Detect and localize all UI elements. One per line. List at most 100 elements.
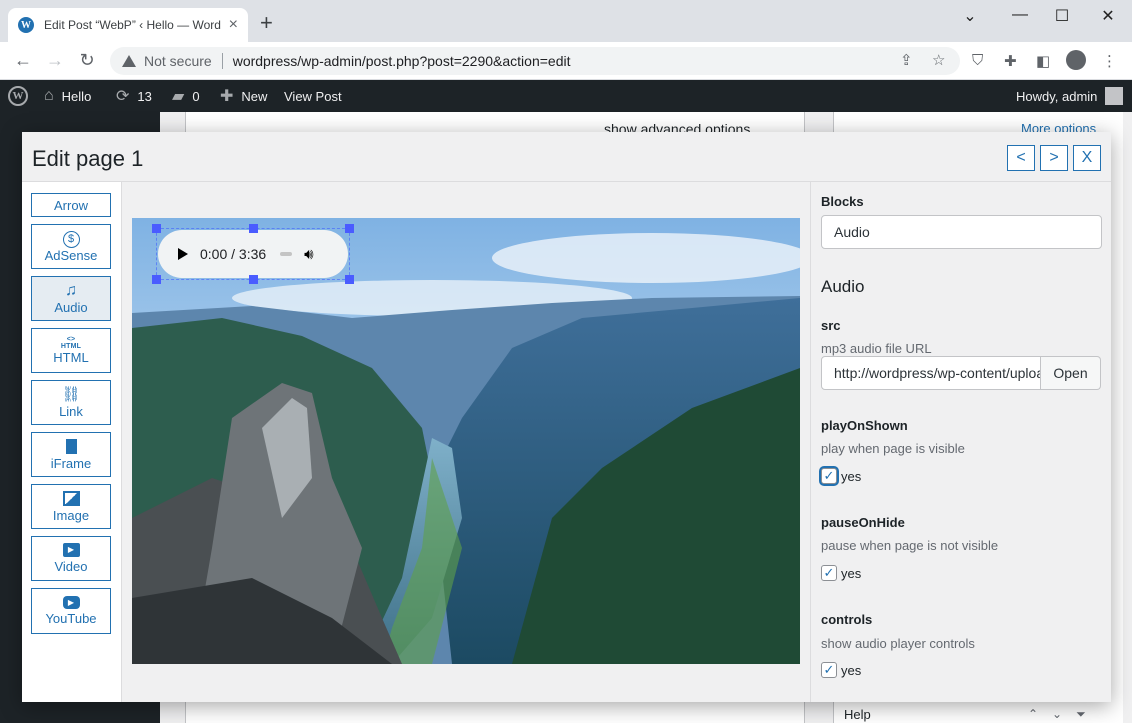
section-title: Audio [821, 277, 865, 296]
html-code-icon: <> HTML [61, 336, 81, 350]
blocks-label: Blocks [821, 194, 864, 209]
controls-description: show audio player controls [821, 636, 975, 651]
updates-menu[interactable]: ⟳ 13 [116, 80, 152, 112]
browser-menu-icon[interactable]: ⋮ [1102, 52, 1117, 70]
playonshown-checkbox[interactable]: ✓ [821, 468, 837, 484]
pauseonhide-checkbox-row[interactable]: ✓ yes [821, 565, 861, 581]
resize-handle-top-left[interactable] [152, 224, 161, 233]
tool-label: YouTube [45, 611, 97, 626]
warning-icon [122, 55, 136, 67]
landscape-background-image [132, 218, 800, 664]
page-stage[interactable]: 0:00 / 3:36 🔊︎ [132, 218, 800, 664]
youtube-icon: ▶ [62, 596, 80, 609]
controls-checkbox-label: yes [841, 662, 862, 678]
tool-iframe-button[interactable]: iFrame [31, 432, 111, 477]
pauseonhide-description: pause when page is not visible [821, 538, 999, 553]
url-text[interactable]: wordpress/wp-admin/post.php?post=2290&ac… [233, 53, 571, 69]
controls-checkbox-row[interactable]: ✓ yes [821, 662, 861, 678]
playonshown-checkbox-row[interactable]: ✓ yes [821, 468, 861, 484]
tool-label: Arrow [54, 197, 88, 213]
security-status[interactable]: Not secure [144, 53, 212, 69]
resize-handle-top-right[interactable] [345, 224, 354, 233]
dollar-icon: $ [62, 230, 80, 248]
resize-handle-bottom-right[interactable] [345, 275, 354, 284]
previous-page-button[interactable]: < [1007, 145, 1035, 171]
comment-icon: ▰ [172, 88, 185, 105]
view-post-label: View Post [284, 88, 342, 104]
window-minimize-button[interactable]: — [1000, 6, 1040, 24]
site-name-menu[interactable]: ⌂ Hello [44, 80, 91, 112]
panel-arrows-icon[interactable]: ⌃⌄⏷ [1028, 707, 1100, 722]
reload-icon[interactable]: ↻ [76, 50, 98, 70]
edit-page-modal: Edit page 1 < > X Arrow $ AdSense ♫ Audi… [22, 132, 1111, 702]
controls-checkbox[interactable]: ✓ [821, 662, 837, 678]
home-icon: ⌂ [44, 87, 54, 104]
tool-label: Link [59, 404, 83, 419]
playonshown-checkbox-label: yes [841, 468, 862, 484]
address-separator [221, 53, 223, 69]
modal-header: Edit page 1 < > X [22, 132, 1111, 182]
tool-image-button[interactable]: Image [31, 484, 111, 529]
wordpress-logo-icon: W [8, 86, 28, 106]
open-media-button[interactable]: Open [1041, 356, 1101, 390]
profile-avatar-icon[interactable] [1066, 50, 1086, 70]
modal-title: Edit page 1 [32, 146, 144, 171]
music-note-icon: ♫ [65, 282, 77, 299]
tool-label: Audio [54, 300, 88, 315]
new-label: New [241, 88, 268, 104]
page-canvas-area: 0:00 / 3:36 🔊︎ [122, 182, 810, 702]
close-modal-button[interactable]: X [1073, 145, 1101, 171]
src-url-input[interactable]: http://wordpress/wp-content/uploads [821, 356, 1041, 390]
forward-arrow-icon[interactable]: → [44, 50, 66, 70]
image-icon [62, 490, 80, 506]
tool-label: HTML [53, 350, 89, 365]
tool-adsense-button[interactable]: $ AdSense [31, 224, 111, 269]
new-content-menu[interactable]: ✚ New [220, 80, 267, 112]
tool-label: Image [52, 507, 90, 523]
tab-search-icon[interactable]: ⌄ [950, 6, 990, 26]
back-arrow-icon[interactable]: ← [12, 50, 34, 70]
pauseonhide-checkbox[interactable]: ✓ [821, 565, 837, 581]
howdy-text: Howdy, admin [1016, 88, 1098, 104]
tool-html-button[interactable]: <> HTML HTML [31, 328, 111, 373]
tool-label: iFrame [50, 455, 92, 471]
tool-audio-button[interactable]: ♫ Audio [31, 276, 111, 321]
properties-panel: Blocks Audio Audio src mp3 audio file UR… [810, 182, 1111, 702]
puzzle-extensions-icon[interactable]: ✚ [1004, 52, 1017, 70]
shield-extension-icon[interactable]: ⛉ [972, 52, 983, 69]
resize-handle-bottom[interactable] [249, 275, 258, 284]
tool-label: Video [54, 559, 88, 574]
address-bar[interactable]: Not secure wordpress/wp-admin/post.php?p… [110, 47, 960, 75]
plus-icon: ✚ [220, 88, 234, 105]
src-label: src [821, 318, 841, 333]
comments-menu[interactable]: ▰ 0 [172, 80, 200, 112]
tab-title: Edit Post “WebP” ‹ Hello — WordPress [44, 18, 221, 32]
tool-video-button[interactable]: ▶ Video [31, 536, 111, 581]
document-icon [65, 438, 77, 454]
block-toolbox: Arrow $ AdSense ♫ Audio <> HTML HTML ⛓ L… [22, 182, 122, 702]
bookmark-star-icon[interactable]: ☆ [932, 51, 945, 69]
share-icon[interactable]: ⇪ [900, 51, 913, 69]
blocks-select[interactable]: Audio [821, 215, 1102, 249]
wp-logo-menu[interactable]: W [8, 80, 28, 112]
window-close-button[interactable]: ✕ [1088, 6, 1128, 26]
my-account-menu[interactable]: Howdy, admin [1016, 80, 1124, 112]
browser-tab[interactable]: W Edit Post “WebP” ‹ Hello — WordPress × [8, 8, 248, 42]
site-name: Hello [61, 88, 92, 104]
user-avatar [1105, 87, 1124, 105]
side-panel-icon[interactable]: ◧ [1036, 52, 1050, 70]
link-icon: ⛓ [61, 386, 81, 403]
help-panel-title: Help [844, 707, 871, 722]
tool-youtube-button[interactable]: ▶ YouTube [31, 588, 111, 634]
view-post-link[interactable]: View Post [284, 80, 342, 112]
resize-handle-bottom-left[interactable] [152, 275, 161, 284]
window-maximize-button[interactable]: ☐ [1042, 6, 1082, 26]
next-page-button[interactable]: > [1040, 145, 1068, 171]
resize-handle-top[interactable] [249, 224, 258, 233]
html-icon-brackets: <> [66, 336, 76, 343]
tool-arrow-button[interactable]: Arrow [31, 193, 111, 217]
tab-close-icon[interactable]: × [229, 16, 238, 34]
wordpress-favicon-icon: W [18, 17, 34, 33]
tool-link-button[interactable]: ⛓ Link [31, 380, 111, 425]
new-tab-button[interactable]: + [260, 12, 273, 34]
